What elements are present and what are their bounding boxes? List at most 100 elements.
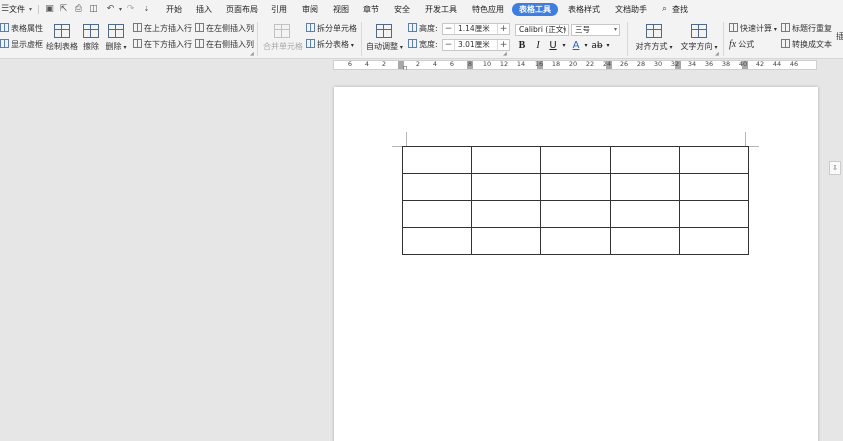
draw-table-button[interactable]: 绘制表格: [46, 24, 78, 52]
tab-references[interactable]: 引用: [271, 0, 287, 19]
merge-cells-button[interactable]: 合并单元格: [263, 24, 303, 52]
font-size-select[interactable]: 三号 ▾: [571, 24, 620, 36]
table-cell[interactable]: [540, 200, 611, 228]
table-cell[interactable]: [678, 227, 750, 255]
table-cell[interactable]: [678, 173, 750, 201]
decrease-height-button[interactable]: −: [443, 24, 454, 34]
document-page[interactable]: [334, 87, 818, 441]
horizontal-ruler[interactable]: 6 4 2 2 4 6 8 10 12 14 16 18 20 22 24 26 28 30 32 34 36 38 40 4…: [0, 59, 843, 72]
split-cells-button[interactable]: 拆分单元格: [306, 23, 357, 35]
insert-row-below-button[interactable]: 在下方插入行: [133, 39, 192, 51]
convert-to-text-button[interactable]: 转换成文本: [781, 39, 832, 51]
chevron-down-icon[interactable]: ▾: [29, 0, 32, 19]
document-area[interactable]: ⇩: [0, 72, 843, 441]
show-gridlines-button[interactable]: 显示虚框: [0, 39, 43, 51]
table-cell[interactable]: [471, 173, 542, 201]
quick-calc-button[interactable]: 快速计算 ▾: [729, 23, 777, 36]
group-expand-icon[interactable]: ◢: [503, 51, 507, 57]
tab-view[interactable]: 视图: [333, 0, 349, 19]
bold-button[interactable]: B: [516, 40, 528, 52]
print-icon[interactable]: ⎙: [73, 4, 84, 15]
ruler-label: 20: [568, 60, 578, 68]
auto-fit-button[interactable]: 自动调整 ▾: [366, 24, 403, 52]
save-icon[interactable]: ▣: [44, 4, 55, 15]
merge-cells-icon: [274, 24, 290, 38]
width-input[interactable]: 3.01厘米: [454, 40, 498, 50]
table-cell[interactable]: [540, 173, 611, 201]
table-cell[interactable]: [609, 200, 680, 228]
indent-marker-icon[interactable]: ⊓: [403, 65, 408, 72]
table-cell[interactable]: [678, 200, 750, 228]
table-cell[interactable]: [471, 200, 542, 228]
tab-home[interactable]: 开始: [166, 0, 182, 19]
insert-row-above-icon: [133, 23, 142, 32]
table-cell[interactable]: [401, 227, 473, 255]
table-cell[interactable]: [609, 173, 680, 201]
eraser-icon: [83, 24, 99, 38]
document-table[interactable]: [401, 146, 750, 255]
group-expand-icon[interactable]: ◢: [715, 51, 719, 57]
decrease-width-button[interactable]: −: [443, 40, 454, 50]
side-panel-toggle[interactable]: ⇩: [829, 161, 841, 175]
insert-col-right-button[interactable]: 在右侧插入列: [195, 39, 254, 51]
ruler-label: 24: [602, 60, 612, 68]
table-cell[interactable]: [401, 200, 473, 228]
hamburger-icon[interactable]: ☰: [1, 0, 9, 19]
insert-row-below-icon: [133, 39, 142, 48]
print-preview-icon[interactable]: ◫: [88, 4, 99, 15]
table-cell[interactable]: [401, 146, 473, 174]
align-button[interactable]: 对齐方式 ▾: [634, 24, 674, 52]
text-direction-button[interactable]: 文字方向 ▾: [679, 24, 719, 52]
tab-page-layout[interactable]: 页面布局: [226, 0, 258, 19]
highlight-dropdown-icon[interactable]: ▾: [602, 40, 614, 52]
table-cell[interactable]: [609, 146, 680, 174]
tab-developer[interactable]: 开发工具: [425, 0, 457, 19]
erase-button[interactable]: 擦除: [81, 24, 101, 52]
ruler-label: 30: [653, 60, 663, 68]
tab-security[interactable]: 安全: [394, 0, 410, 19]
underline-dropdown-icon[interactable]: ▾: [558, 40, 570, 52]
font-name-select[interactable]: Calibri (正文) ▾: [515, 24, 569, 36]
redo-icon[interactable]: ↷: [125, 4, 136, 15]
ruler-label: 32: [670, 60, 680, 68]
repeat-header-button[interactable]: 标题行重复: [781, 23, 832, 35]
width-stepper[interactable]: − 3.01厘米 +: [442, 39, 510, 51]
overflow-button[interactable]: 插: [836, 31, 843, 43]
search-icon[interactable]: ⌕: [662, 0, 667, 19]
insert-col-left-button[interactable]: 在左侧插入列: [195, 23, 254, 35]
group-expand-icon[interactable]: ◢: [250, 51, 254, 57]
delete-button[interactable]: 删除 ▾: [104, 24, 128, 52]
tab-insert[interactable]: 插入: [196, 0, 212, 19]
search-button[interactable]: 查找: [672, 0, 688, 19]
increase-height-button[interactable]: +: [498, 24, 509, 34]
tab-table-style[interactable]: 表格样式: [568, 0, 600, 19]
ruler-label: 40: [738, 60, 748, 68]
formula-button[interactable]: fx 公式: [729, 39, 754, 51]
file-menu[interactable]: 文件: [9, 0, 25, 19]
height-stepper[interactable]: − 1.14厘米 +: [442, 23, 510, 35]
table-properties-button[interactable]: 表格属性: [0, 23, 43, 35]
customize-icon[interactable]: ⇣: [141, 4, 152, 15]
export-icon[interactable]: ⇱: [58, 4, 69, 15]
table-cell[interactable]: [471, 146, 542, 174]
italic-button[interactable]: I: [532, 40, 544, 52]
table-cell[interactable]: [471, 227, 542, 255]
table-cell[interactable]: [401, 173, 473, 201]
tab-doc-assistant[interactable]: 文档助手: [615, 0, 647, 19]
insert-row-above-button[interactable]: 在上方插入行: [133, 23, 192, 35]
table-cell[interactable]: [540, 227, 611, 255]
table-cell[interactable]: [540, 146, 611, 174]
tab-special[interactable]: 特色应用: [472, 0, 504, 19]
increase-width-button[interactable]: +: [498, 40, 509, 50]
tab-review[interactable]: 审阅: [302, 0, 318, 19]
ruler-label: 12: [499, 60, 509, 68]
split-table-button[interactable]: 拆分表格 ▾: [306, 39, 354, 52]
ruler-label: 22: [585, 60, 595, 68]
insert-col-right-icon: [195, 39, 204, 48]
draw-table-icon: [54, 24, 70, 38]
table-cell[interactable]: [609, 227, 680, 255]
tab-chapter[interactable]: 章节: [363, 0, 379, 19]
table-cell[interactable]: [678, 146, 750, 174]
tab-table-tools[interactable]: 表格工具: [512, 3, 558, 16]
height-input[interactable]: 1.14厘米: [454, 24, 498, 34]
